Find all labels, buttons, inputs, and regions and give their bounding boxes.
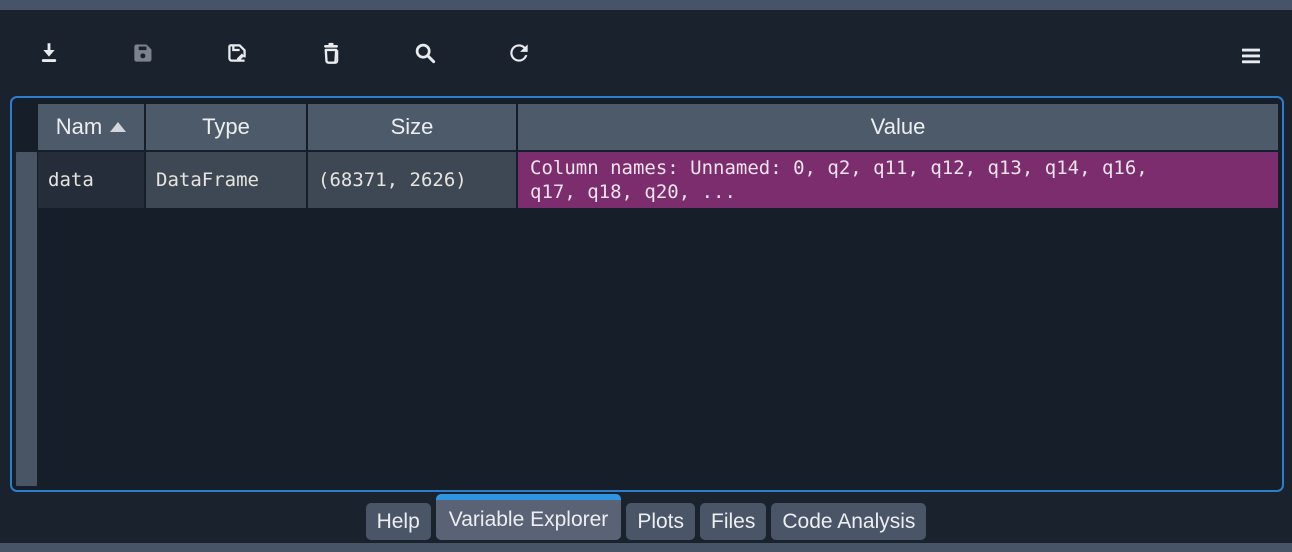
search-icon bbox=[415, 43, 436, 64]
table-row: data DataFrame (68371, 2626) Column name… bbox=[38, 152, 1278, 208]
window-chrome-bottom bbox=[0, 543, 1292, 552]
variable-name-cell[interactable]: data bbox=[38, 152, 144, 208]
variable-type-cell: DataFrame bbox=[146, 152, 306, 208]
row-header-strip bbox=[16, 152, 37, 486]
refresh-icon bbox=[510, 44, 528, 62]
column-header-value[interactable]: Value bbox=[518, 104, 1278, 150]
column-header-type[interactable]: Type bbox=[146, 104, 306, 150]
import-data-button[interactable] bbox=[36, 40, 62, 66]
refresh-button[interactable] bbox=[506, 40, 532, 66]
save-data-as-button[interactable] bbox=[224, 40, 250, 66]
tab-plots[interactable]: Plots bbox=[626, 503, 695, 540]
tab-code-analysis[interactable]: Code Analysis bbox=[771, 503, 927, 540]
hamburger-icon bbox=[1242, 48, 1260, 64]
options-menu-button[interactable] bbox=[1237, 44, 1265, 68]
trash-icon bbox=[324, 42, 339, 64]
save-icon bbox=[134, 44, 152, 62]
variable-explorer-panel: Nam Type Size Value data DataFrame (6837… bbox=[10, 96, 1284, 492]
save-data-button bbox=[130, 40, 156, 66]
sort-ascending-icon bbox=[110, 122, 127, 132]
search-button[interactable] bbox=[412, 40, 438, 66]
save-as-icon bbox=[228, 44, 246, 62]
column-header-name-label: Nam bbox=[55, 114, 103, 139]
toolbar bbox=[0, 10, 1292, 96]
variables-table: Nam Type Size Value data DataFrame (6837… bbox=[38, 104, 1278, 208]
remove-variable-button[interactable] bbox=[318, 40, 344, 66]
tab-variable-explorer[interactable]: Variable Explorer bbox=[435, 494, 622, 540]
column-header-size[interactable]: Size bbox=[308, 104, 516, 150]
tab-files[interactable]: Files bbox=[700, 503, 767, 540]
column-header-name[interactable]: Nam bbox=[38, 104, 144, 150]
variable-value-text: Column names: Unnamed: 0, q2, q11, q12, … bbox=[530, 157, 1148, 203]
variable-size-cell: (68371, 2626) bbox=[308, 152, 516, 208]
variable-value-cell[interactable]: Column names: Unnamed: 0, q2, q11, q12, … bbox=[518, 152, 1278, 208]
download-icon bbox=[41, 43, 57, 62]
table-header-row: Nam Type Size Value bbox=[38, 104, 1278, 150]
tab-help[interactable]: Help bbox=[365, 503, 431, 540]
pane-tab-bar: Help Variable Explorer Plots Files Code … bbox=[0, 494, 1292, 540]
window-chrome-top bbox=[0, 0, 1292, 10]
